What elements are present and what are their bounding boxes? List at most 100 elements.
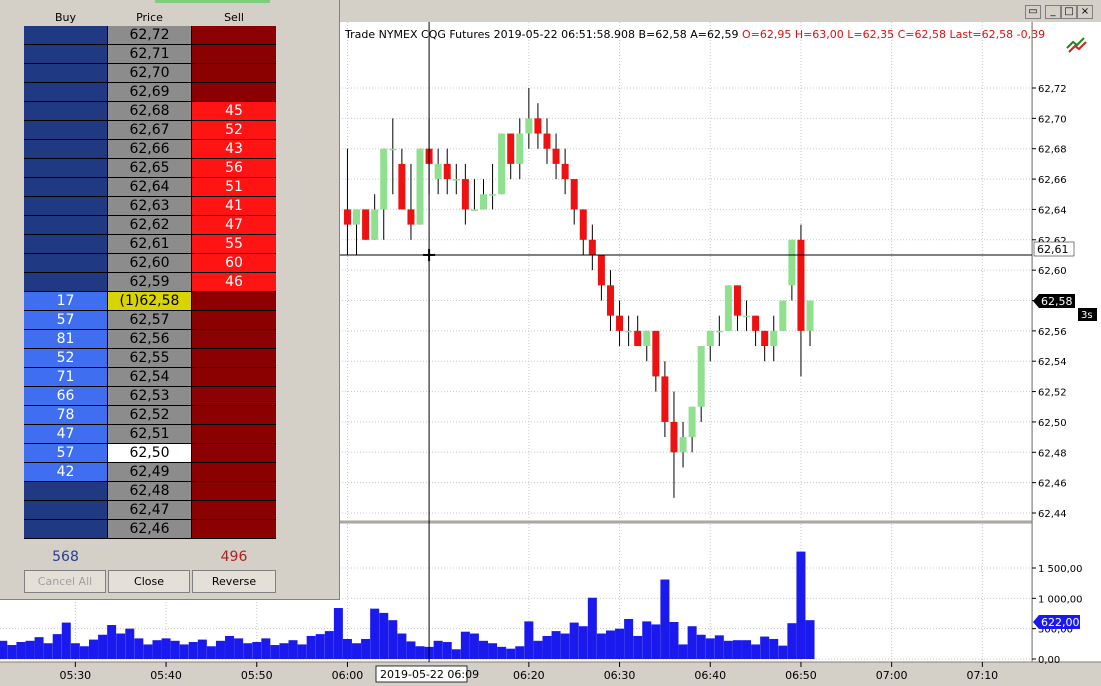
- maximize-icon: □: [1064, 6, 1074, 17]
- ladder-price-cell[interactable]: 62,47: [108, 501, 192, 520]
- maximize-window-button[interactable]: □: [1061, 5, 1077, 19]
- ladder-sell-cell[interactable]: 60: [192, 254, 276, 273]
- ladder-price-cell[interactable]: 62,62: [108, 216, 192, 235]
- ladder-price-cell[interactable]: 62,50: [108, 444, 192, 463]
- ladder-price-cell[interactable]: (1)62,58: [108, 292, 192, 311]
- ladder-price-cell[interactable]: 62,48: [108, 482, 192, 501]
- volume-bar: [596, 633, 606, 659]
- ladder-buy-cell[interactable]: [24, 45, 108, 64]
- ladder-buy-cell[interactable]: [24, 520, 108, 539]
- ladder-sell-cell[interactable]: [192, 64, 276, 83]
- ladder-sell-cell[interactable]: [192, 368, 276, 387]
- ladder-sell-cell[interactable]: [192, 387, 276, 406]
- ladder-buy-cell[interactable]: [24, 273, 108, 292]
- ladder-buy-cell[interactable]: [24, 26, 108, 45]
- ladder-price-cell[interactable]: 62,52: [108, 406, 192, 425]
- ladder-buy-cell[interactable]: [24, 501, 108, 520]
- ladder-price-cell[interactable]: 62,59: [108, 273, 192, 292]
- volume-bar: [333, 608, 343, 659]
- ladder-price-cell[interactable]: 62,68: [108, 102, 192, 121]
- ladder-sell-cell[interactable]: 46: [192, 273, 276, 292]
- ladder-sell-cell[interactable]: [192, 311, 276, 330]
- minimize-window-button[interactable]: _: [1045, 5, 1061, 19]
- ladder-price-cell[interactable]: 62,69: [108, 83, 192, 102]
- ladder-price-cell[interactable]: 62,60: [108, 254, 192, 273]
- ladder-buy-cell[interactable]: [24, 83, 108, 102]
- ladder-price-cell[interactable]: 62,49: [108, 463, 192, 482]
- ladder-sell-cell[interactable]: 47: [192, 216, 276, 235]
- ladder-buy-cell[interactable]: 47: [24, 425, 108, 444]
- close-window-button[interactable]: ×: [1077, 5, 1093, 19]
- ladder-buy-cell[interactable]: 81: [24, 330, 108, 349]
- ladder-sell-cell[interactable]: 51: [192, 178, 276, 197]
- close-position-button[interactable]: Close: [108, 570, 190, 593]
- ladder-sell-cell[interactable]: [192, 83, 276, 102]
- ladder-price-cell[interactable]: 62,72: [108, 26, 192, 45]
- ladder-sell-cell[interactable]: [192, 45, 276, 64]
- ladder-buy-cell[interactable]: [24, 64, 108, 83]
- ladder-price-cell[interactable]: 62,66: [108, 140, 192, 159]
- ladder-price-cell[interactable]: 62,51: [108, 425, 192, 444]
- ladder-buy-cell[interactable]: [24, 121, 108, 140]
- ladder-price-cell[interactable]: 62,63: [108, 197, 192, 216]
- ladder-price-cell[interactable]: 62,55: [108, 349, 192, 368]
- ladder-sell-cell[interactable]: 52: [192, 121, 276, 140]
- ladder-sell-cell[interactable]: 56: [192, 159, 276, 178]
- volume-bar: [642, 621, 652, 659]
- ladder-buy-cell[interactable]: [24, 216, 108, 235]
- ladder-price-cell[interactable]: 62,65: [108, 159, 192, 178]
- ladder-buy-cell[interactable]: 17: [24, 292, 108, 311]
- ladder-sell-cell[interactable]: [192, 482, 276, 501]
- ladder-sell-cell[interactable]: [192, 425, 276, 444]
- ladder-buy-cell[interactable]: 66: [24, 387, 108, 406]
- ladder-sell-cell[interactable]: [192, 406, 276, 425]
- ladder-price-cell[interactable]: 62,53: [108, 387, 192, 406]
- volume-bar: [243, 643, 253, 659]
- ladder-price-cell[interactable]: 62,61: [108, 235, 192, 254]
- ladder-price-cell[interactable]: 62,67: [108, 121, 192, 140]
- volume-bar: [179, 644, 189, 659]
- cancel-all-button[interactable]: Cancel All: [24, 570, 106, 593]
- ladder-sell-cell[interactable]: [192, 26, 276, 45]
- ladder-buy-cell[interactable]: [24, 140, 108, 159]
- ladder-sell-cell[interactable]: [192, 501, 276, 520]
- ladder-buy-cell[interactable]: [24, 197, 108, 216]
- ladder-sell-cell[interactable]: [192, 292, 276, 311]
- ladder-buy-cell[interactable]: 71: [24, 368, 108, 387]
- candle-body: [715, 330, 723, 333]
- ladder-sell-cell[interactable]: [192, 330, 276, 349]
- ladder-price-cell[interactable]: 62,71: [108, 45, 192, 64]
- ladder-sell-cell[interactable]: 43: [192, 140, 276, 159]
- ladder-sell-cell[interactable]: 45: [192, 102, 276, 121]
- ladder-buy-cell[interactable]: 57: [24, 444, 108, 463]
- ladder-price-cell[interactable]: 62,54: [108, 368, 192, 387]
- reverse-position-button[interactable]: Reverse: [192, 570, 276, 593]
- volume-bar: [134, 638, 144, 659]
- ladder-buy-cell[interactable]: [24, 159, 108, 178]
- ladder-sell-cell[interactable]: 41: [192, 197, 276, 216]
- restore-window-button[interactable]: ▭: [1025, 5, 1041, 19]
- ladder-buy-cell[interactable]: [24, 102, 108, 121]
- ladder-buy-cell[interactable]: 78: [24, 406, 108, 425]
- ladder-buy-cell[interactable]: 42: [24, 463, 108, 482]
- ladder-sell-cell[interactable]: 55: [192, 235, 276, 254]
- ladder-sell-cell[interactable]: [192, 444, 276, 463]
- ladder-buy-cell[interactable]: 52: [24, 349, 108, 368]
- ladder-buy-cell[interactable]: [24, 235, 108, 254]
- ladder-price-cell[interactable]: 62,64: [108, 178, 192, 197]
- ladder-price-cell[interactable]: 62,70: [108, 64, 192, 83]
- ladder-buy-cell[interactable]: 57: [24, 311, 108, 330]
- ladder-price-cell[interactable]: 62,56: [108, 330, 192, 349]
- ladder-buy-cell[interactable]: [24, 178, 108, 197]
- ladder-sell-cell[interactable]: [192, 349, 276, 368]
- ladder-price-cell[interactable]: 62,57: [108, 311, 192, 330]
- volume-bar: [288, 640, 298, 659]
- ladder-price-cell[interactable]: 62,46: [108, 520, 192, 539]
- volume-bar: [624, 618, 634, 659]
- ladder-buy-cell[interactable]: [24, 254, 108, 273]
- ladder-buy-cell[interactable]: [24, 482, 108, 501]
- ladder-sell-cell[interactable]: [192, 520, 276, 539]
- volume-bar: [215, 640, 225, 659]
- ladder-sell-cell[interactable]: [192, 463, 276, 482]
- volume-bar: [651, 624, 661, 659]
